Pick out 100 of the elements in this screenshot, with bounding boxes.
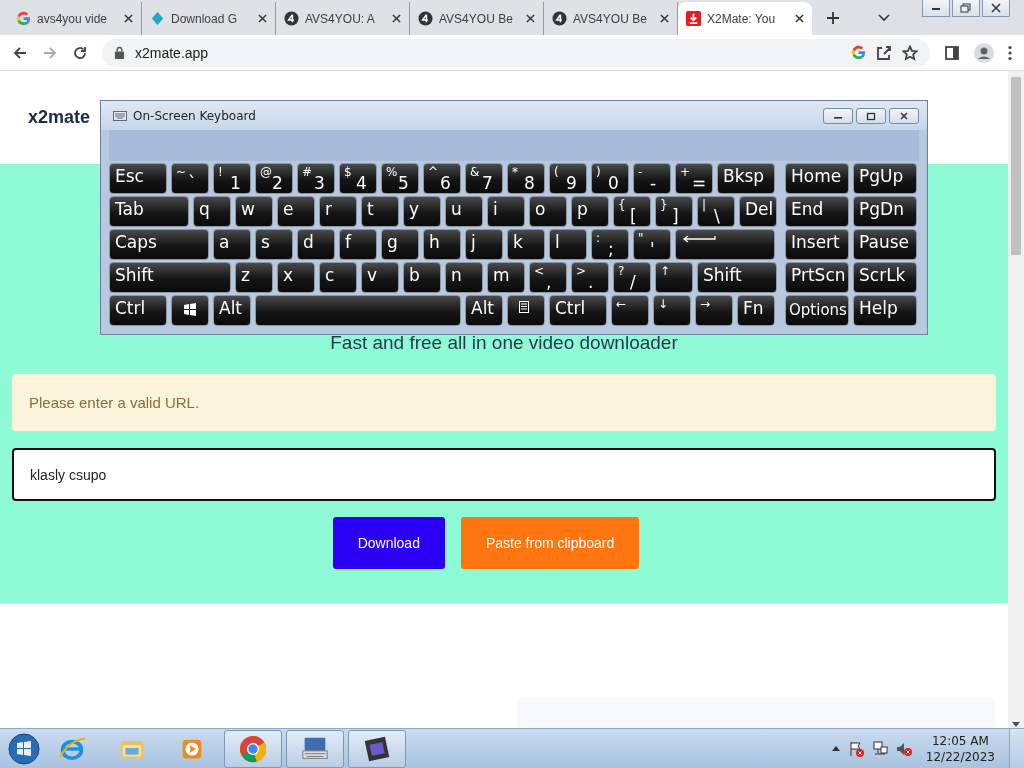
keyboard-key[interactable]: ) 0	[591, 163, 629, 194]
keyboard-key[interactable]: m	[487, 262, 525, 293]
close-tab-icon[interactable]	[795, 14, 804, 23]
keyboard-key[interactable]: s	[255, 229, 293, 260]
keyboard-key[interactable]: " '	[633, 229, 671, 260]
keyboard-key[interactable]: z	[235, 262, 273, 293]
keyboard-key[interactable]: r	[319, 196, 357, 227]
keyboard-key[interactable]: $ 4	[339, 163, 377, 194]
keyboard-key[interactable]: t	[361, 196, 399, 227]
flag-warning-icon[interactable]	[847, 740, 864, 757]
keyboard-key[interactable]: End	[785, 196, 849, 227]
address-bar[interactable]: x2mate.app	[102, 38, 930, 67]
keyboard-key[interactable]: Pause	[853, 229, 917, 260]
taskbar-button[interactable]	[348, 729, 406, 768]
keyboard-key[interactable]: * 8	[507, 163, 545, 194]
keyboard-key[interactable]: v	[361, 262, 399, 293]
keyboard-key[interactable]: >.	[571, 262, 609, 293]
back-icon[interactable]	[12, 44, 28, 61]
keyboard-key[interactable]: PgDn	[853, 196, 917, 227]
keyboard-key[interactable]: p	[571, 196, 609, 227]
keyboard-key[interactable]: x	[277, 262, 315, 293]
keyboard-key[interactable]: &7	[465, 163, 503, 194]
keyboard-key[interactable]: ~`	[171, 163, 209, 194]
chevron-up-icon[interactable]	[831, 746, 840, 751]
keyboard-key[interactable]: w	[235, 196, 273, 227]
keyboard-key[interactable]: PgUp	[853, 163, 917, 194]
keyboard-key[interactable]: n	[445, 262, 483, 293]
keyboard-key[interactable]: ↓	[653, 295, 691, 326]
keyboard-key[interactable]: u	[445, 196, 483, 227]
keyboard-key[interactable]: %5	[381, 163, 419, 194]
side-panel-icon[interactable]	[944, 44, 960, 61]
keyboard-key[interactable]: Esc	[109, 163, 167, 194]
keyboard-key[interactable]: Insert	[785, 229, 849, 260]
close-tab-icon[interactable]	[392, 14, 401, 23]
keyboard-key[interactable]: ↑	[655, 262, 693, 293]
keyboard-key[interactable]: Ctrl	[109, 295, 167, 326]
share-icon[interactable]	[876, 44, 892, 61]
keyboard-key[interactable]: ←	[611, 295, 649, 326]
keyboard-key[interactable]: - -	[633, 163, 671, 194]
keyboard-key[interactable]: →	[695, 295, 733, 326]
keyboard-key[interactable]: Bksp	[717, 163, 775, 194]
keyboard-key[interactable]: <,	[529, 262, 567, 293]
url-input-field[interactable]: klasly csupo	[12, 448, 996, 501]
start-orb-icon[interactable]	[8, 732, 40, 765]
keyboard-key[interactable]: | \	[697, 196, 735, 227]
keyboard-key[interactable]: { [	[613, 196, 651, 227]
keyboard-key[interactable]: b	[403, 262, 441, 293]
keyboard-key[interactable]: g	[381, 229, 419, 260]
keyboard-key[interactable]: i	[487, 196, 525, 227]
keyboard-key[interactable]: q	[193, 196, 231, 227]
download-button[interactable]: Download	[332, 517, 445, 569]
keyboard-key[interactable]: Fn	[737, 295, 775, 326]
keyboard-key[interactable]: } ]	[655, 196, 693, 227]
keyboard-key[interactable]: a	[213, 229, 251, 260]
close-icon[interactable]	[897, 109, 911, 122]
keyboard-key[interactable]: y	[403, 196, 441, 227]
reload-icon[interactable]	[72, 44, 88, 61]
keyboard-key[interactable]: j	[465, 229, 503, 260]
keyboard-key[interactable]: PrtScn	[785, 262, 849, 293]
restore-icon[interactable]	[959, 1, 973, 15]
close-tab-icon[interactable]	[124, 14, 133, 23]
clock-date[interactable]: 12/22/2023	[925, 748, 995, 765]
keyboard-key[interactable]: @2	[255, 163, 293, 194]
plus-icon[interactable]	[826, 10, 840, 25]
keyboard-key[interactable]: e	[277, 196, 315, 227]
keyboard-key[interactable]: c	[319, 262, 357, 293]
close-tab-icon[interactable]	[660, 14, 669, 23]
profile-icon[interactable]	[974, 42, 994, 63]
keyboard-key[interactable]: Help	[853, 295, 917, 326]
windows-key[interactable]	[171, 295, 209, 326]
close-icon[interactable]	[989, 1, 1003, 15]
enter-key[interactable]	[675, 229, 775, 260]
keyboard-key[interactable]: Home	[785, 163, 849, 194]
close-tab-icon[interactable]	[258, 14, 267, 23]
keyboard-key[interactable]: Tab	[109, 196, 189, 227]
google-icon[interactable]	[851, 45, 866, 60]
keyboard-key[interactable]: l	[549, 229, 587, 260]
star-icon[interactable]	[902, 44, 918, 61]
menu-key[interactable]	[507, 295, 545, 326]
keyboard-key[interactable]: k	[507, 229, 545, 260]
keyboard-key[interactable]: o	[529, 196, 567, 227]
keyboard-key[interactable]: Del	[739, 196, 777, 227]
space-key[interactable]	[255, 295, 461, 326]
site-logo[interactable]: x2mate	[28, 107, 91, 128]
keyboard-key[interactable]: Alt	[465, 295, 503, 326]
keyboard-key[interactable]: ! 1	[213, 163, 251, 194]
keyboard-key[interactable]: Alt	[213, 295, 251, 326]
keyboard-key[interactable]: ScrLk	[853, 262, 917, 293]
keyboard-key[interactable]: Options	[785, 295, 849, 326]
keyboard-key[interactable]: #3	[297, 163, 335, 194]
keyboard-key[interactable]: ^6	[423, 163, 461, 194]
browser-tab[interactable]: X2Mate: You	[678, 2, 812, 35]
keyboard-key[interactable]: f	[339, 229, 377, 260]
keyboard-key[interactable]: h	[423, 229, 461, 260]
keyboard-key[interactable]: : ;	[591, 229, 629, 260]
keyboard-key[interactable]: Ctrl	[549, 295, 607, 326]
keyboard-key[interactable]: d	[297, 229, 335, 260]
keyboard-key[interactable]: +=	[675, 163, 713, 194]
close-tab-icon[interactable]	[526, 14, 535, 23]
clock-time[interactable]: 12:05 AM	[931, 732, 989, 749]
